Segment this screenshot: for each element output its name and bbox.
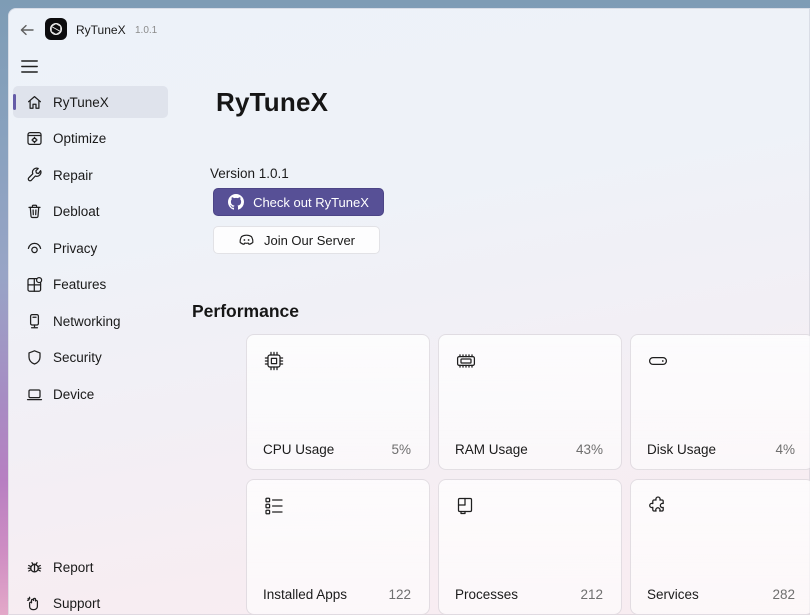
sidebar-item-label: Security: [53, 350, 102, 365]
ram-icon: [455, 350, 477, 372]
ram-usage-card: RAM Usage 43%: [438, 334, 622, 470]
sidebar-item-label: Support: [53, 596, 100, 611]
card-value: 43%: [576, 442, 603, 457]
sidebar-item-label: Repair: [53, 168, 93, 183]
trash-icon: [26, 203, 43, 220]
discord-icon: [238, 233, 255, 248]
performance-section-title: Performance: [192, 301, 299, 322]
sidebar-item-optimize[interactable]: Optimize: [13, 123, 168, 155]
performance-cards: CPU Usage 5% RAM Usage 43% Disk Usage: [246, 334, 810, 615]
rytunex-logo-icon: [45, 18, 67, 40]
sidebar-item-label: Optimize: [53, 131, 106, 146]
sidebar-item-label: Debloat: [53, 204, 100, 219]
card-value: 282: [772, 587, 795, 602]
card-value: 122: [388, 587, 411, 602]
card-label: Disk Usage: [647, 442, 716, 457]
app-version: 1.0.1: [135, 25, 157, 36]
card-label: Installed Apps: [263, 587, 347, 602]
join-server-button[interactable]: Join Our Server: [213, 226, 380, 254]
privacy-eye-icon: [26, 240, 43, 257]
sidebar-item-repair[interactable]: Repair: [13, 159, 168, 191]
support-hand-icon: [26, 595, 43, 612]
card-value: 5%: [391, 442, 411, 457]
sidebar-item-label: Privacy: [53, 241, 97, 256]
processes-card: Processes 212: [438, 479, 622, 615]
selection-indicator: [13, 94, 16, 110]
installed-apps-card: Installed Apps 122: [246, 479, 430, 615]
back-button[interactable]: [18, 21, 36, 39]
shield-icon: [26, 349, 43, 366]
sidebar-item-label: Device: [53, 387, 94, 402]
card-label: Processes: [455, 587, 518, 602]
app-window: RyTuneX 1.0.1 RyTuneX Optim: [8, 8, 810, 615]
sidebar-item-label: Networking: [53, 314, 121, 329]
back-arrow-icon: [18, 21, 36, 39]
sidebar-item-debloat[interactable]: Debloat: [13, 196, 168, 228]
sidebar-item-rytunex[interactable]: RyTuneX: [13, 86, 168, 118]
card-label: RAM Usage: [455, 442, 528, 457]
installed-apps-icon: [263, 495, 285, 517]
page-title: RyTuneX: [216, 87, 328, 118]
sidebar-item-device[interactable]: Device: [13, 378, 168, 410]
github-icon: [228, 194, 244, 210]
home-icon: [26, 94, 43, 111]
sidebar-footer: Report Support: [13, 551, 168, 615]
card-label: CPU Usage: [263, 442, 334, 457]
features-grid-icon: [26, 276, 43, 293]
card-label: Services: [647, 587, 699, 602]
services-puzzle-icon: [647, 495, 669, 517]
wrench-icon: [26, 167, 43, 184]
optimize-icon: [26, 130, 43, 147]
button-label: Check out RyTuneX: [253, 195, 369, 210]
bug-icon: [26, 559, 43, 576]
sidebar-item-report[interactable]: Report: [13, 551, 168, 583]
sidebar-item-privacy[interactable]: Privacy: [13, 232, 168, 264]
sidebar-item-security[interactable]: Security: [13, 342, 168, 374]
version-label: Version 1.0.1: [210, 166, 289, 181]
hamburger-menu-button[interactable]: [21, 60, 38, 73]
cpu-usage-card: CPU Usage 5%: [246, 334, 430, 470]
app-title: RyTuneX: [76, 23, 126, 37]
sidebar-item-label: RyTuneX: [53, 95, 109, 110]
check-out-rytunex-button[interactable]: Check out RyTuneX: [213, 188, 384, 216]
sidebar-item-label: Report: [53, 560, 94, 575]
card-value: 4%: [775, 442, 795, 457]
laptop-icon: [26, 386, 43, 403]
processes-icon: [455, 495, 477, 517]
disk-icon: [647, 350, 669, 372]
cpu-icon: [263, 350, 285, 372]
button-label: Join Our Server: [264, 233, 355, 248]
sidebar-item-networking[interactable]: Networking: [13, 305, 168, 337]
sidebar-item-support[interactable]: Support: [13, 588, 168, 615]
sidebar-item-features[interactable]: Features: [13, 269, 168, 301]
hamburger-menu-icon: [21, 60, 38, 73]
disk-usage-card: Disk Usage 4%: [630, 334, 810, 470]
services-card: Services 282: [630, 479, 810, 615]
sidebar: RyTuneX Optimize Repair: [13, 86, 168, 415]
card-value: 212: [580, 587, 603, 602]
sidebar-item-label: Features: [53, 277, 106, 292]
network-device-icon: [26, 313, 43, 330]
